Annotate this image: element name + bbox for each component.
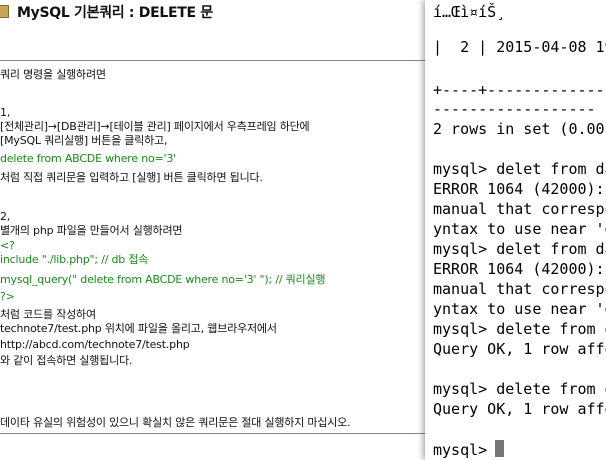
terminal-line: yntax to use near 'd xyxy=(433,220,606,238)
divider-top xyxy=(0,60,425,61)
divider-bottom xyxy=(0,433,425,434)
terminal-line: | 2 | 2015-04-08 19 xyxy=(433,38,606,56)
article-line: [전체관리]→[DB관리]→[테이블 관리] 페이지에서 우측프레임 하단에 xyxy=(0,120,310,133)
terminal-window[interactable]: í…Œì¤íŠ¸ | 2 | 2015-04-08 19 +----+-------… xyxy=(425,0,606,460)
terminal-line: yntax to use near 'd xyxy=(433,300,606,318)
article-line: ?> xyxy=(0,290,15,303)
terminal-line: 2 rows in set (0.00 xyxy=(433,120,605,138)
terminal-line: í…Œì¤íŠ¸ xyxy=(433,3,506,21)
terminal-line: ------------------ xyxy=(433,100,596,118)
article-line: 데이타 유실의 위험성이 있으니 확실치 않은 쿼리문은 절대 실행하지 마십시… xyxy=(0,416,351,429)
article-line: 처럼 직접 쿼리문을 입력하고 [실행] 버튼 클릭하면 됩니다. xyxy=(0,171,263,184)
article-line: 처럼 코드를 작성하여 xyxy=(0,308,96,321)
terminal-line: manual that correspo xyxy=(433,200,606,218)
article-line: 1, xyxy=(0,106,11,119)
article-line: include "./lib.php"; // db 접속 xyxy=(0,253,149,266)
terminal-line: ERROR 1064 (42000): xyxy=(433,260,605,278)
terminal-line: mysql> xyxy=(433,441,497,459)
article-line: <? xyxy=(0,239,15,252)
article-line: mysql_query(" delete from ABCDE where no… xyxy=(0,273,326,286)
article-panel: MySQL 기본쿼리 : DELETE 문 쿼리 명령을 실행하려면 1, [전체관… xyxy=(0,0,425,460)
article-title: MySQL 기본쿼리 : DELETE 문 xyxy=(17,5,213,21)
article-line: [MySQL 쿼리실행] 버튼을 클릭하고, xyxy=(0,134,168,147)
terminal-line: mysql> delet from da xyxy=(433,240,606,258)
terminal-cursor xyxy=(495,440,504,457)
article-line: 2, xyxy=(0,210,11,223)
terminal-line: Query OK, 1 row affe xyxy=(433,340,606,358)
terminal-line: mysql> delet from da xyxy=(433,160,606,178)
terminal-line: mysql> delete from d xyxy=(433,380,606,398)
terminal-line: Query OK, 1 row affe xyxy=(433,400,606,418)
article-line: delete from ABCDE where no='3' xyxy=(0,152,176,165)
article-line: technote7/test.php 위치에 파일을 올리고, 웹브라우저에서 xyxy=(0,322,277,335)
article-header: MySQL 기본쿼리 : DELETE 문 xyxy=(0,0,425,30)
article-line: 쿼리 명령을 실행하려면 xyxy=(0,68,106,81)
terminal-line: mysql> delete from d xyxy=(433,320,606,338)
note-icon xyxy=(0,5,9,18)
article-line: http://abcd.com/technote7/test.php xyxy=(0,338,190,351)
article-line: 별개의 php 파일을 만들어서 실행하려면 xyxy=(0,224,183,237)
terminal-line: ERROR 1064 (42000): xyxy=(433,180,605,198)
terminal-line: manual that correspo xyxy=(433,280,606,298)
terminal-line: +----+------------- xyxy=(433,81,605,99)
article-line: 와 같이 접속하면 실행됩니다. xyxy=(0,354,133,367)
